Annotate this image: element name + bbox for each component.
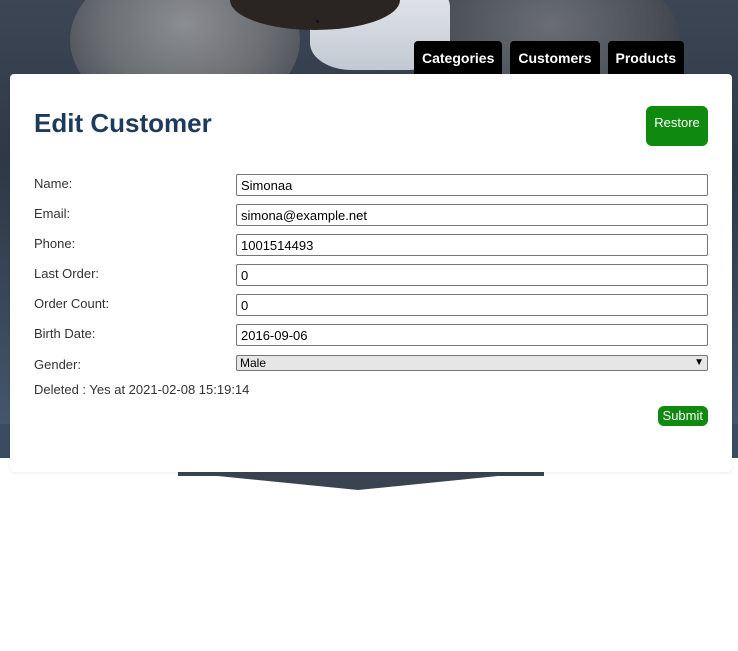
chevron-down-icon: ▼: [694, 357, 704, 368]
submit-button[interactable]: Submit: [657, 406, 708, 426]
gender-select[interactable]: Male ▼: [236, 355, 708, 371]
last-order-label: Last Order:: [34, 266, 100, 281]
email-label: Email:: [34, 206, 71, 221]
name-field[interactable]: [236, 174, 708, 196]
tab-products[interactable]: Products: [607, 41, 685, 75]
chevron-decoration: [178, 472, 538, 490]
birth-date-label: Birth Date:: [34, 326, 96, 341]
order-count-label: Order Count:: [34, 296, 110, 311]
name-label: Name:: [34, 176, 73, 191]
phone-label: Phone:: [34, 236, 76, 251]
gender-select-value: Male: [240, 356, 267, 370]
tab-customers[interactable]: Customers: [510, 41, 600, 75]
deleted-status: Deleted : Yes at 2021-02-08 15:19:14: [34, 382, 250, 397]
email-field[interactable]: [236, 204, 708, 226]
birth-date-field[interactable]: [236, 324, 708, 346]
edit-customer-card: Edit Customer Restore Name: Email: Phone…: [10, 74, 732, 472]
tab-categories[interactable]: Categories: [414, 41, 503, 75]
hero-detail: [316, 20, 319, 23]
page-title: Edit Customer: [34, 108, 212, 138]
gender-label: Gender:: [34, 357, 81, 372]
last-order-field[interactable]: [236, 264, 708, 286]
phone-field[interactable]: [236, 234, 708, 256]
top-nav: Categories Customers Products: [414, 41, 685, 75]
restore-button[interactable]: Restore: [646, 106, 708, 146]
order-count-field[interactable]: [236, 294, 708, 316]
